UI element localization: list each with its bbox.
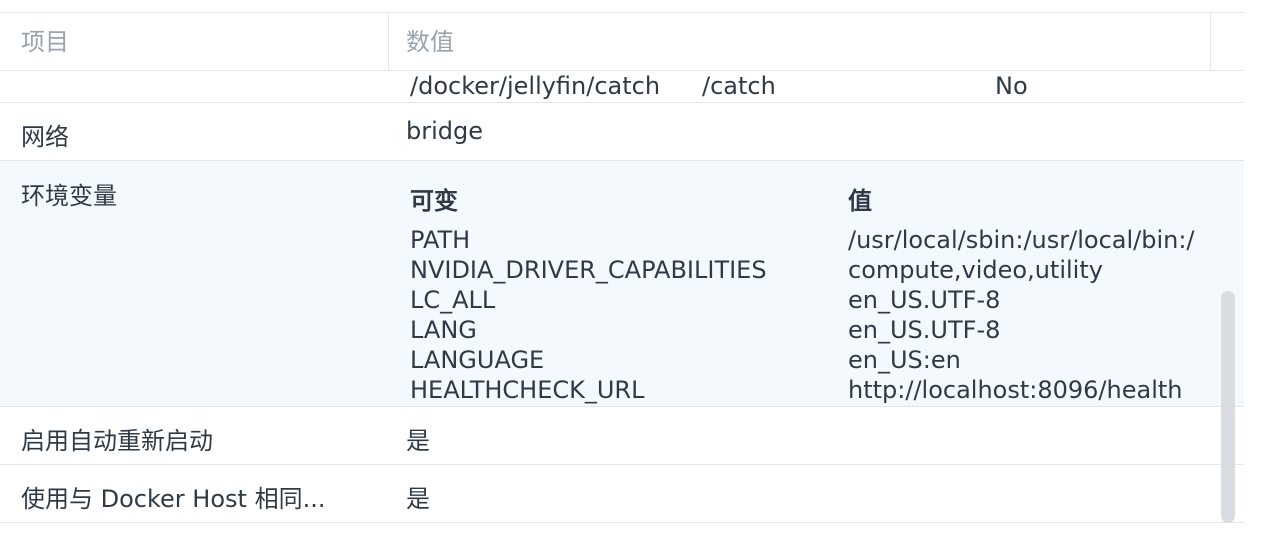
column-header-value[interactable]: 数值 — [389, 13, 1211, 70]
env-var-value: en_US.UTF-8 — [848, 316, 1001, 344]
row-key-network: 网络 — [21, 123, 69, 151]
env-var-name: LC_ALL — [410, 286, 496, 314]
env-variable-names: PATH NVIDIA_DRIVER_CAPABILITIES LC_ALL L… — [410, 225, 767, 405]
vertical-scrollbar-thumb[interactable] — [1221, 291, 1235, 523]
table-row-same-host-network[interactable]: 使用与 Docker Host 相同... 是 — [0, 465, 1244, 523]
env-var-value: en_US:en — [848, 346, 961, 374]
env-var-name: NVIDIA_DRIVER_CAPABILITIES — [410, 256, 767, 284]
env-var-name: PATH — [410, 226, 471, 254]
row-value-same-host-network: 是 — [406, 485, 430, 513]
column-header-item[interactable]: 项目 — [0, 13, 389, 70]
row-key-environment: 环境变量 — [21, 182, 117, 210]
env-var-name: LANGUAGE — [410, 346, 545, 374]
table-row-auto-restart[interactable]: 启用自动重新启动 是 — [0, 407, 1244, 465]
container-details-table: 项目 数值 /docker/jellyfin/catch /catch No 网… — [0, 0, 1244, 542]
env-value-header: 值 — [848, 187, 872, 215]
env-var-name: HEALTHCHECK_URL — [410, 376, 645, 404]
env-var-value: http://localhost:8096/health — [848, 376, 1183, 404]
volume-host-path: /docker/jellyfin/catch — [410, 72, 661, 100]
env-variable-values: /usr/local/sbin:/usr/local/bin:/ compute… — [848, 225, 1244, 405]
row-value-network: bridge — [406, 117, 484, 145]
env-var-name: LANG — [410, 316, 477, 344]
table-header: 项目 数值 — [0, 13, 1244, 71]
table-row-environment[interactable]: 环境变量 可变 值 PATH NVIDIA_DRIVER_CAPABILITIE… — [0, 161, 1244, 407]
env-variable-header: 可变 — [410, 187, 458, 215]
volume-read-only: No — [995, 72, 1028, 100]
row-key-auto-restart: 启用自动重新启动 — [21, 427, 213, 455]
row-key-same-host-network: 使用与 Docker Host 相同... — [21, 485, 326, 513]
volume-container-path: /catch — [702, 72, 776, 100]
table-row-volume: /docker/jellyfin/catch /catch No — [0, 71, 1244, 103]
env-var-value: /usr/local/sbin:/usr/local/bin:/ — [848, 226, 1195, 254]
env-var-value: en_US.UTF-8 — [848, 286, 1001, 314]
row-value-auto-restart: 是 — [406, 427, 430, 455]
env-var-value: compute,video,utility — [848, 256, 1103, 284]
table-row-network[interactable]: 网络 bridge — [0, 103, 1244, 161]
